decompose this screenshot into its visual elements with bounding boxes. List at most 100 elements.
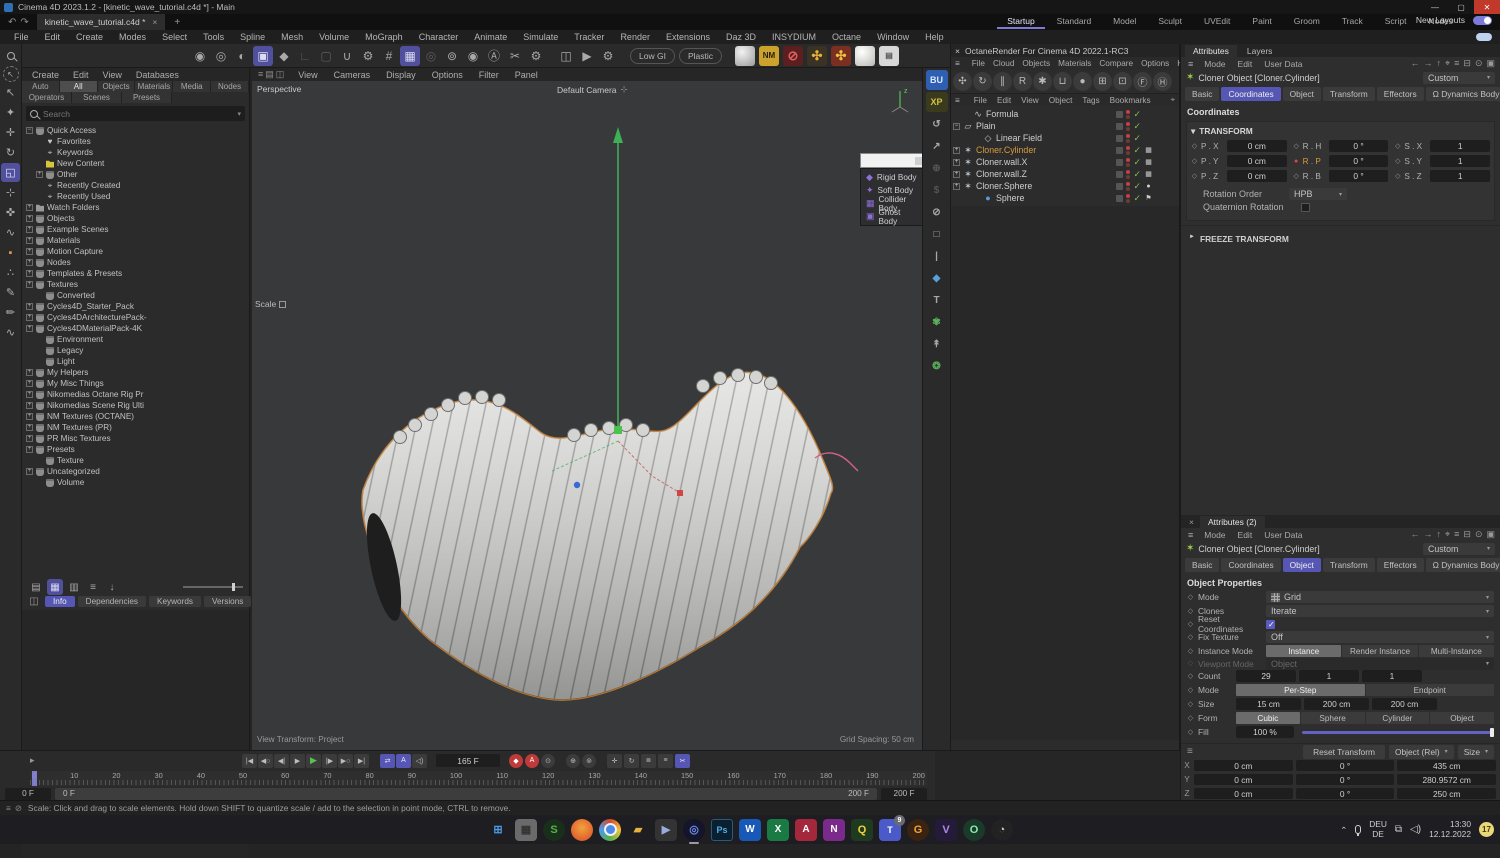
expand-toggle-icon[interactable] [36,138,43,145]
layout-tab[interactable]: Groom [1284,15,1330,29]
attributes-header-icon[interactable]: ⊙ [1475,529,1483,540]
asset-tree-item[interactable]: + Nikomedias Scene Rig Ulti [22,400,249,411]
reset-coordinates-checkbox[interactable] [1266,619,1275,629]
form-option[interactable]: Cylinder [1365,712,1430,724]
enable-checkbox[interactable] [1116,122,1124,130]
record-button[interactable]: A [525,753,539,768]
position-field[interactable]: 0 cm [1227,170,1287,182]
coord-mode-dropdown[interactable]: Object (Rel) ▾ [1388,744,1454,759]
panel-close-icon[interactable]: × [1185,517,1198,527]
undo-icon[interactable]: ↶ [8,17,16,28]
attributes-menu-item[interactable]: Edit [1232,530,1259,540]
attribute-tab[interactable]: Ω Dynamics Body [1425,558,1500,572]
toolbar-mode-icon[interactable]: ⊚ [442,46,462,66]
attributes-header-icon[interactable]: ⊟ [1463,529,1471,540]
taskbar-app-icon[interactable]: ◎ [683,818,705,844]
count-field[interactable]: 1 [1299,670,1359,682]
coord-rotation-field[interactable]: 0 ° [1295,774,1395,785]
timeline-toggle-button[interactable]: ◁) [412,753,427,768]
expand-toggle-icon[interactable]: + [26,248,33,255]
tool-icon[interactable]: ▪ [1,243,20,262]
plugin-icon[interactable]: $ [926,180,948,200]
attributes-header-icon[interactable]: ⊟ [1463,58,1471,69]
expand-toggle-icon[interactable]: + [26,303,33,310]
coord-size-field[interactable]: 250 cm [1397,788,1497,799]
anim-dot-icon[interactable]: ◇ [1394,158,1401,165]
menu-item[interactable]: Character [411,32,467,42]
viewport-panel-icon[interactable]: ≡ [258,69,263,80]
enabled-check-icon[interactable]: ✓ [1133,121,1141,132]
visibility-dots[interactable] [1126,133,1131,143]
object-manager-item[interactable]: ∿ Formula ✓ [951,108,1179,120]
object-tag-icon[interactable]: ⚑ [1144,194,1153,203]
script-icon[interactable]: NM [758,45,779,66]
menu-item[interactable]: INSYDIUM [764,32,824,42]
script-icon[interactable]: ⊘ [782,45,803,66]
toolbar-mode-icon[interactable]: ▦ [400,45,420,66]
expand-toggle-icon[interactable]: + [26,435,33,442]
asset-browser-tab[interactable]: Media [173,81,212,92]
attributes-header-icon[interactable]: ⊙ [1475,58,1483,69]
asset-tree-item[interactable]: + Templates & Presets [22,268,249,279]
attribute-tab[interactable]: Object [1282,87,1321,101]
object-manager-menu-item[interactable]: Tags [1077,96,1104,105]
plugin-icon[interactable]: ↗ [926,136,948,156]
visibility-dots[interactable] [1126,181,1131,191]
octane-toolbar-icon[interactable]: Ⓕ [1133,72,1152,91]
tool-icon[interactable]: ↖ [1,83,20,102]
expand-toggle-icon[interactable] [973,135,980,142]
coord-size-field[interactable]: 435 cm [1397,760,1497,771]
fill-field[interactable]: 100 % [1236,726,1294,738]
instance-mode-option[interactable]: Multi-Instance [1418,645,1494,657]
attributes-header-icon[interactable]: ▣ [1486,58,1495,69]
asset-browser-tab[interactable]: Nodes [211,81,249,92]
object-manager-menu-item[interactable]: File [969,96,992,105]
asset-browser-menu-item[interactable]: Databases [130,70,185,80]
expand-toggle-icon[interactable]: − [26,127,33,134]
taskbar-app-icon[interactable] [599,818,621,841]
transport-button[interactable]: ▶| [354,753,369,768]
attr-hamburger-icon[interactable]: ≡ [1183,530,1198,540]
fill-slider[interactable] [1302,727,1494,737]
size-field[interactable]: 200 cm [1304,698,1369,710]
enable-checkbox[interactable] [1116,110,1124,118]
viewport-menu-item[interactable]: Display [378,70,424,80]
search-icon[interactable] [1,46,20,65]
speaker-icon[interactable]: ◁) [1410,824,1421,835]
keyframe-button[interactable]: ⊚ [582,753,596,768]
expand-toggle-icon[interactable] [36,149,43,156]
menu-item[interactable]: Volume [311,32,357,42]
octane-toolbar-icon[interactable]: R [1013,72,1032,91]
form-option[interactable]: Cubic [1236,712,1300,724]
asset-tree-item[interactable]: + My Misc Things [22,378,249,389]
asset-tree-item[interactable]: + Cycles4D_Starter_Pack [22,301,249,312]
plugin-icon[interactable]: T [926,290,948,310]
rotation-order-dropdown[interactable]: HPB ▾ [1289,188,1347,200]
view-mode-icon[interactable]: ↓ [104,579,120,595]
expand-toggle-icon[interactable] [36,193,43,200]
quaternion-checkbox[interactable] [1301,202,1310,212]
toolbar-mode-icon[interactable]: # [379,46,399,66]
expand-toggle-icon[interactable] [36,292,43,299]
live-selection-icon[interactable]: ↖ [2,66,19,82]
enable-checkbox[interactable] [1116,146,1124,154]
viewport-3d[interactable]: z Perspective Default Camera ⊹ Scale Vie… [252,81,922,750]
enabled-check-icon[interactable]: ✓ [1133,109,1141,120]
maximize-button[interactable]: ▢ [1448,0,1474,14]
expand-toggle-icon[interactable]: + [26,424,33,431]
toolbar-mode-icon[interactable]: ◎ [211,46,231,66]
plugin-icon[interactable]: ✾ [926,312,948,332]
attribute-tab[interactable]: Coordinates [1221,87,1281,101]
asset-browser-subtab[interactable]: Operators [22,92,72,103]
object-manager-menu-item[interactable]: View [1016,96,1044,105]
asset-tree-item[interactable]: ⌖ Recently Used [22,191,249,202]
status-icon[interactable]: ⊘ [15,803,22,813]
visibility-dots[interactable] [1126,169,1131,179]
view-mode-icon[interactable]: ≡ [85,579,101,595]
panel-icon[interactable]: ◫ [26,593,42,609]
render-button-icon[interactable]: ◫ [556,46,576,66]
anim-dot-icon[interactable]: ◇ [1394,143,1401,150]
asset-browser-subtab[interactable]: Scenes [72,92,122,103]
attributes-menu-item[interactable]: Edit [1232,59,1259,69]
render-button-icon[interactable]: ▶ [577,46,597,66]
